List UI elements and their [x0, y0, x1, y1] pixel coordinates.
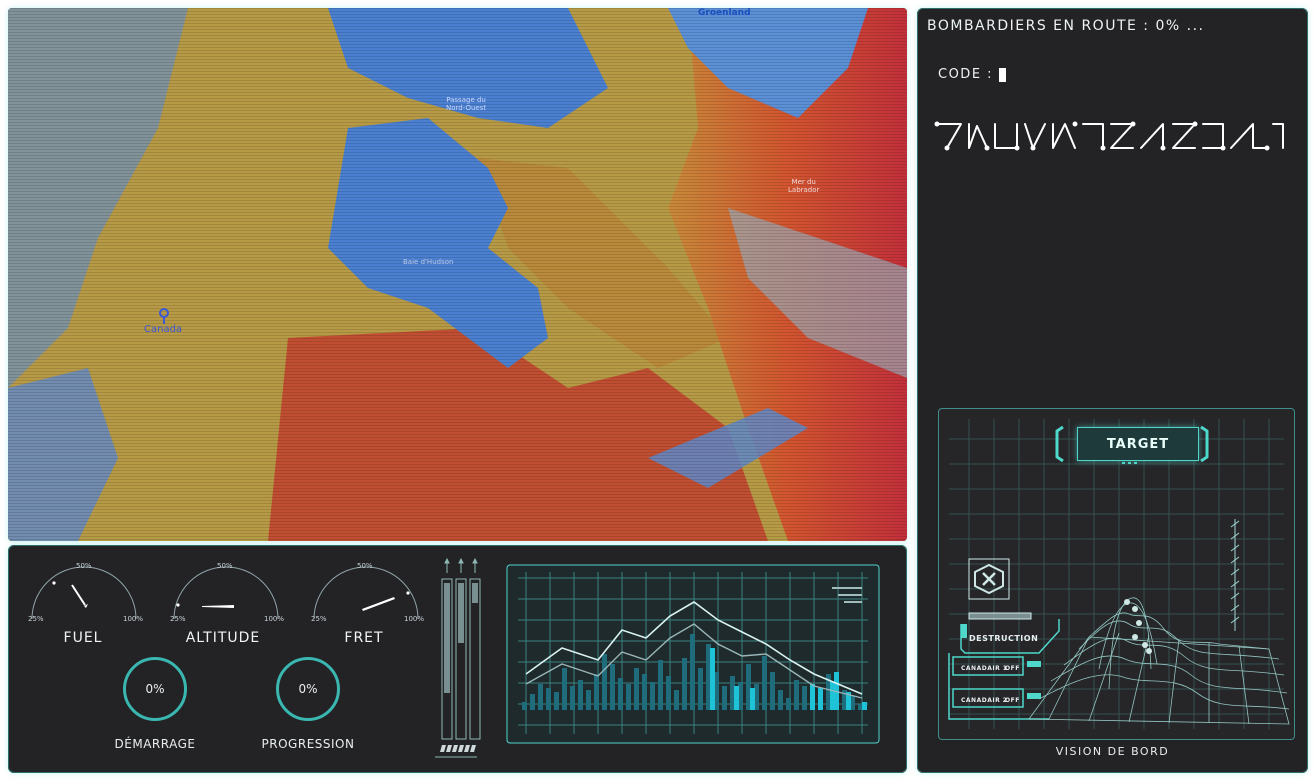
code-cursor[interactable] — [999, 67, 1007, 82]
code-entry[interactable]: CODE : — [938, 67, 1007, 82]
heatmap-map — [8, 8, 907, 541]
close-hex-icon[interactable] — [968, 558, 1010, 600]
canadair-2-label: CANADAIR 2 — [961, 697, 1008, 704]
map-label-canada[interactable]: Canada — [144, 324, 182, 335]
gauge-fuel-max: 100% — [123, 615, 144, 623]
canadair-1-status[interactable]: OFF — [1005, 665, 1020, 672]
dashboard-panel: 25% 50% 100% FUEL 25% 50% 100% ALTITUDE … — [8, 545, 907, 773]
vision-screen: TARGET DESTRUCTION CANADAIR 1 OFF CANADA… — [938, 408, 1295, 740]
gauge-fret-max: 100% — [404, 615, 425, 623]
mission-panel: BOMBARDIERS EN ROUTE : 0% ... CODE : TAR… — [917, 8, 1308, 773]
gauge-fret-min: 25% — [311, 615, 327, 623]
map-label-labrador: Mer du Labrador — [788, 178, 819, 194]
map-panel[interactable]: Groenland Passage du Nord-Ouest Mer du L… — [8, 8, 907, 541]
gauge-altitude-mid: 50% — [217, 562, 233, 570]
vertical-level-bars — [435, 557, 481, 758]
gauge-fuel-mid: 50% — [76, 562, 92, 570]
map-label-hudson: Baie d'Hudson — [403, 258, 454, 266]
map-label-labrador-line1: Mer du — [791, 178, 816, 186]
gauge-altitude-min: 25% — [170, 615, 186, 623]
gauge-altitude-label: ALTITUDE — [185, 630, 261, 646]
ring-progression: 0% — [276, 657, 340, 721]
gauge-fuel-label: FUEL — [63, 630, 103, 646]
map-label-greenland: Groenland — [698, 8, 751, 18]
gauge-fret-mid: 50% — [357, 562, 373, 570]
bombers-status: BOMBARDIERS EN ROUTE : 0% ... — [927, 18, 1205, 34]
gauge-fuel-min: 25% — [28, 615, 44, 623]
ring-progression-label: PROGRESSION — [261, 737, 355, 751]
map-label-passage-line1: Passage du — [446, 96, 486, 104]
target-button[interactable]: TARGET — [1077, 427, 1199, 461]
ring-demarrage: 0% — [123, 657, 187, 721]
ring-demarrage-label: DÉMARRAGE — [114, 737, 196, 751]
ring-progression-value: 0% — [298, 682, 318, 696]
code-glyphs — [934, 121, 1284, 151]
ring-demarrage-value: 0% — [145, 682, 165, 696]
map-label-passage: Passage du Nord-Ouest — [446, 96, 486, 112]
gauge-fret-label: FRET — [344, 630, 384, 646]
canadair-2-status[interactable]: OFF — [1005, 697, 1020, 704]
vision-label: VISION DE BORD — [1055, 745, 1170, 758]
gauge-altitude-max: 100% — [264, 615, 285, 623]
canadair-1-label: CANADAIR 1 — [961, 665, 1008, 672]
destruction-label: DESTRUCTION — [969, 634, 1039, 643]
telemetry-chart — [506, 564, 880, 744]
code-label: CODE : — [938, 67, 994, 82]
map-label-passage-line2: Nord-Ouest — [446, 104, 487, 112]
map-label-labrador-line2: Labrador — [788, 186, 820, 194]
